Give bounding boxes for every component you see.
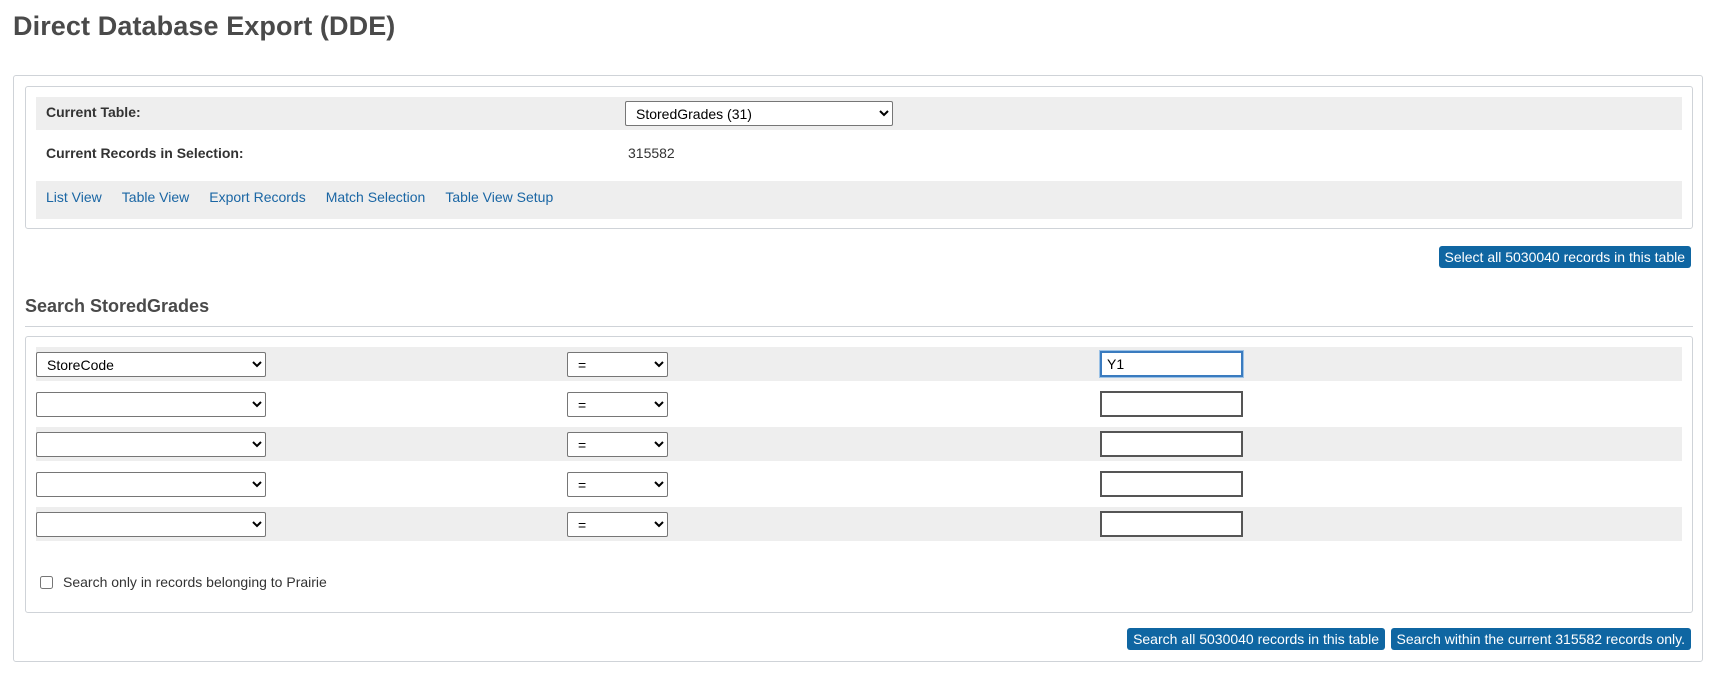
- search-criteria-panel: StoreCode = =: [25, 336, 1693, 613]
- table-view-setup-link[interactable]: Table View Setup: [445, 189, 553, 205]
- match-selection-link[interactable]: Match Selection: [326, 189, 426, 205]
- main-panel: Current Table: StoredGrades (31) Current…: [13, 75, 1703, 662]
- search-within-selection-button[interactable]: Search within the current 315582 records…: [1390, 628, 1691, 650]
- current-table-select[interactable]: StoredGrades (31): [625, 101, 893, 126]
- search-value-input[interactable]: [1100, 391, 1243, 417]
- search-field-select[interactable]: [36, 512, 266, 537]
- table-info-panel: Current Table: StoredGrades (31) Current…: [25, 86, 1693, 229]
- select-all-records-button[interactable]: Select all 5030040 records in this table: [1438, 246, 1691, 268]
- current-table-label: Current Table:: [46, 104, 141, 120]
- search-operator-select[interactable]: =: [567, 432, 668, 457]
- search-operator-select[interactable]: =: [567, 472, 668, 497]
- table-view-link[interactable]: Table View: [122, 189, 189, 205]
- search-row: =: [36, 467, 1682, 501]
- search-all-records-button[interactable]: Search all 5030040 records in this table: [1127, 628, 1385, 650]
- search-row: =: [36, 427, 1682, 461]
- search-field-select[interactable]: [36, 392, 266, 417]
- search-value-input[interactable]: [1100, 511, 1243, 537]
- view-nav: List View Table View Export Records Matc…: [46, 189, 573, 205]
- search-row: StoreCode =: [36, 347, 1682, 381]
- export-records-link[interactable]: Export Records: [209, 189, 305, 205]
- search-section-title: Search StoredGrades: [25, 296, 210, 316]
- search-row: =: [36, 507, 1682, 541]
- records-row: Current Records in Selection: 315582: [36, 134, 1682, 168]
- dde-page: Direct Database Export (DDE) Current Tab…: [0, 0, 1716, 693]
- page-title: Direct Database Export (DDE): [13, 11, 396, 41]
- prairie-filter-checkbox[interactable]: [40, 575, 53, 589]
- records-label: Current Records in Selection:: [46, 145, 244, 161]
- search-value-input[interactable]: [1100, 431, 1243, 457]
- search-value-input[interactable]: [1100, 351, 1243, 377]
- list-view-link[interactable]: List View: [46, 189, 102, 205]
- prairie-filter-option[interactable]: Search only in records belonging to Prai…: [40, 574, 327, 590]
- current-table-row: Current Table: StoredGrades (31): [36, 97, 1682, 130]
- view-nav-row: List View Table View Export Records Matc…: [36, 181, 1682, 219]
- search-operator-select[interactable]: =: [567, 392, 668, 417]
- search-row: =: [36, 387, 1682, 421]
- section-divider: [25, 326, 1693, 327]
- records-count: 315582: [628, 145, 675, 161]
- search-field-select[interactable]: [36, 472, 266, 497]
- search-operator-select[interactable]: =: [567, 352, 668, 377]
- search-operator-select[interactable]: =: [567, 512, 668, 537]
- search-field-select[interactable]: StoreCode: [36, 352, 266, 377]
- search-field-select[interactable]: [36, 432, 266, 457]
- search-value-input[interactable]: [1100, 471, 1243, 497]
- prairie-filter-label: Search only in records belonging to Prai…: [63, 574, 327, 590]
